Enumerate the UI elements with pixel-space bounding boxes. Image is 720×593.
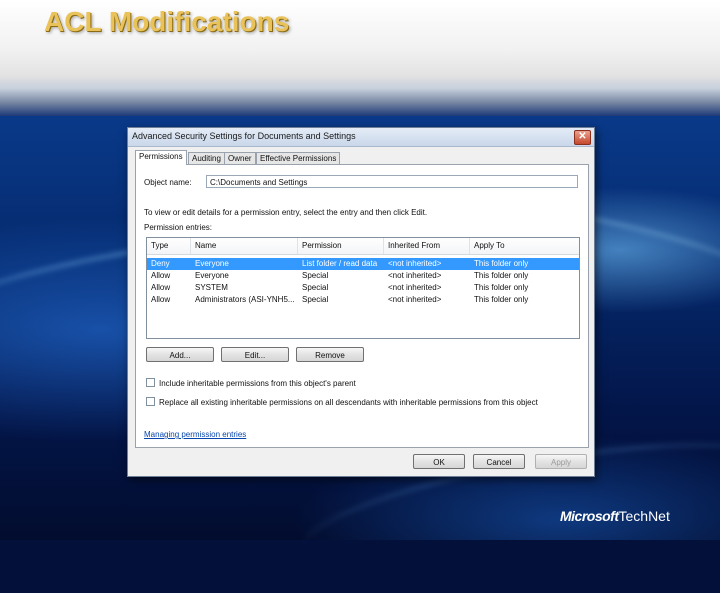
cell-permission: List folder / read data: [302, 259, 378, 268]
replace-permissions-checkbox[interactable]: [146, 397, 155, 406]
edit-button[interactable]: Edit...: [221, 347, 289, 362]
add-button[interactable]: Add...: [146, 347, 214, 362]
cell-name: Administrators (ASI-YNH5...: [195, 295, 295, 304]
cell-type: Deny: [151, 259, 170, 268]
table-row[interactable]: Allow Administrators (ASI-YNH5... Specia…: [147, 294, 579, 306]
include-inheritable-checkbox[interactable]: [146, 378, 155, 387]
instructions-text: To view or edit details for a permission…: [144, 208, 428, 217]
cell-type: Allow: [151, 283, 171, 292]
permissions-panel: Object name: C:\Documents and Settings T…: [135, 164, 589, 448]
slide-header-band: [0, 76, 720, 116]
cell-name: SYSTEM: [195, 283, 228, 292]
cell-inherited-from: <not inherited>: [388, 259, 442, 268]
logo-product: TechNet: [618, 508, 670, 524]
cell-apply-to: This folder only: [474, 271, 529, 280]
cancel-button[interactable]: Cancel: [473, 454, 525, 469]
include-inheritable-label: Include inheritable permissions from thi…: [159, 379, 356, 388]
cell-inherited-from: <not inherited>: [388, 295, 442, 304]
ok-button[interactable]: OK: [413, 454, 465, 469]
cell-type: Allow: [151, 271, 171, 280]
dialog-title: Advanced Security Settings for Documents…: [132, 131, 356, 141]
cell-inherited-from: <not inherited>: [388, 283, 442, 292]
table-row[interactable]: Allow Everyone Special <not inherited> T…: [147, 270, 579, 282]
cell-apply-to: This folder only: [474, 259, 529, 268]
cell-inherited-from: <not inherited>: [388, 271, 442, 280]
list-header: Type Name Permission Inherited From Appl…: [147, 238, 579, 255]
logo-brand: Microsoft: [560, 508, 619, 524]
remove-button[interactable]: Remove: [296, 347, 364, 362]
permission-entries-label: Permission entries:: [144, 223, 213, 232]
object-name-label: Object name:: [144, 178, 192, 187]
advanced-security-settings-dialog: Advanced Security Settings for Documents…: [127, 127, 595, 477]
close-button[interactable]: ✕: [574, 130, 591, 145]
replace-permissions-label: Replace all existing inheritable permiss…: [159, 398, 538, 407]
object-name-field[interactable]: C:\Documents and Settings: [206, 175, 578, 188]
slide-title: ACL Modifications: [44, 6, 290, 37]
microsoft-technet-logo: MicrosoftTechNet: [560, 508, 670, 524]
table-row[interactable]: Allow SYSTEM Special <not inherited> Thi…: [147, 282, 579, 294]
close-icon: ✕: [578, 131, 587, 142]
tab-permissions[interactable]: Permissions: [135, 150, 187, 165]
cell-permission: Special: [302, 271, 329, 280]
cell-permission: Special: [302, 295, 329, 304]
managing-permission-entries-link[interactable]: Managing permission entries: [144, 430, 246, 439]
apply-button[interactable]: Apply: [535, 454, 587, 469]
column-header-type[interactable]: Type: [147, 238, 191, 254]
column-header-apply-to[interactable]: Apply To: [470, 238, 579, 254]
cell-apply-to: This folder only: [474, 283, 529, 292]
table-row[interactable]: Deny Everyone List folder / read data <n…: [147, 258, 579, 270]
cell-permission: Special: [302, 283, 329, 292]
cell-apply-to: This folder only: [474, 295, 529, 304]
cell-type: Allow: [151, 295, 171, 304]
column-header-inherited-from[interactable]: Inherited From: [384, 238, 470, 254]
column-header-permission[interactable]: Permission: [298, 238, 384, 254]
cell-name: Everyone: [195, 271, 229, 280]
cell-name: Everyone: [195, 259, 229, 268]
column-header-name[interactable]: Name: [191, 238, 298, 254]
dialog-titlebar[interactable]: Advanced Security Settings for Documents…: [128, 128, 594, 147]
permission-entries-list[interactable]: Type Name Permission Inherited From Appl…: [146, 237, 580, 339]
